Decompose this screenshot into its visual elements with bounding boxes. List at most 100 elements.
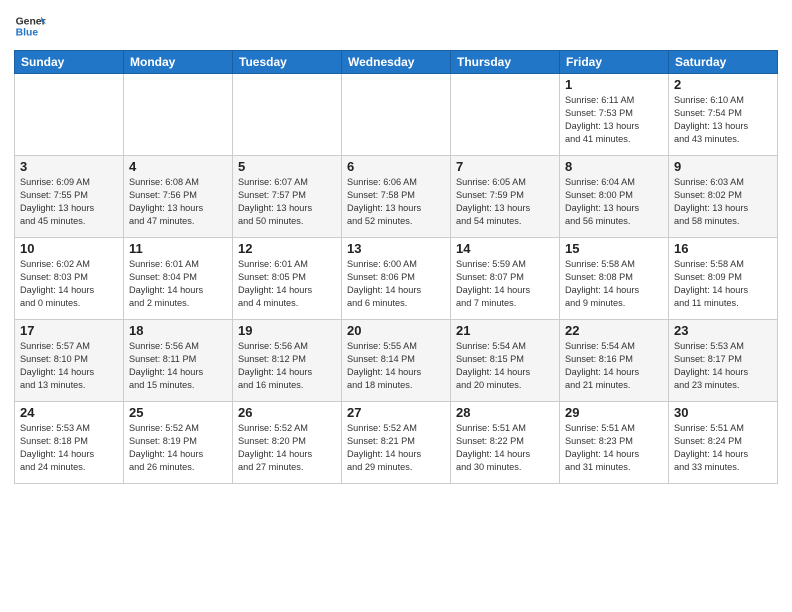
day-number: 17 [20,323,118,338]
day-info: Sunrise: 6:09 AM Sunset: 7:55 PM Dayligh… [20,176,118,228]
day-info: Sunrise: 6:11 AM Sunset: 7:53 PM Dayligh… [565,94,663,146]
weekday-header-friday: Friday [560,51,669,74]
day-cell [451,74,560,156]
header-row: SundayMondayTuesdayWednesdayThursdayFrid… [15,51,778,74]
day-number: 4 [129,159,227,174]
day-number: 2 [674,77,772,92]
day-info: Sunrise: 6:03 AM Sunset: 8:02 PM Dayligh… [674,176,772,228]
day-cell: 29 Sunrise: 5:51 AM Sunset: 8:23 PM Dayli… [560,402,669,484]
day-number: 14 [456,241,554,256]
day-number: 11 [129,241,227,256]
day-number: 24 [20,405,118,420]
day-cell: 21 Sunrise: 5:54 AM Sunset: 8:15 PM Dayli… [451,320,560,402]
day-info: Sunrise: 6:01 AM Sunset: 8:04 PM Dayligh… [129,258,227,310]
week-row-0: 1 Sunrise: 6:11 AM Sunset: 7:53 PM Daylig… [15,74,778,156]
day-cell: 27 Sunrise: 5:52 AM Sunset: 8:21 PM Dayli… [342,402,451,484]
day-info: Sunrise: 6:04 AM Sunset: 8:00 PM Dayligh… [565,176,663,228]
day-info: Sunrise: 6:00 AM Sunset: 8:06 PM Dayligh… [347,258,445,310]
day-info: Sunrise: 5:53 AM Sunset: 8:18 PM Dayligh… [20,422,118,474]
day-cell: 11 Sunrise: 6:01 AM Sunset: 8:04 PM Dayli… [124,238,233,320]
day-number: 28 [456,405,554,420]
day-info: Sunrise: 5:58 AM Sunset: 8:09 PM Dayligh… [674,258,772,310]
day-number: 3 [20,159,118,174]
day-cell [15,74,124,156]
day-cell: 10Sunrise: 6:02 AM Sunset: 8:03 PM Dayli… [15,238,124,320]
day-number: 20 [347,323,445,338]
day-info: Sunrise: 5:55 AM Sunset: 8:14 PM Dayligh… [347,340,445,392]
header: General Blue [14,10,778,42]
day-cell: 1 Sunrise: 6:11 AM Sunset: 7:53 PM Daylig… [560,74,669,156]
day-cell [233,74,342,156]
day-cell: 25Sunrise: 5:52 AM Sunset: 8:19 PM Dayli… [124,402,233,484]
day-number: 10 [20,241,118,256]
day-number: 12 [238,241,336,256]
day-info: Sunrise: 6:06 AM Sunset: 7:58 PM Dayligh… [347,176,445,228]
weekday-header-wednesday: Wednesday [342,51,451,74]
day-cell: 19 Sunrise: 5:56 AM Sunset: 8:12 PM Dayli… [233,320,342,402]
day-number: 23 [674,323,772,338]
day-info: Sunrise: 5:59 AM Sunset: 8:07 PM Dayligh… [456,258,554,310]
logo: General Blue [14,10,46,42]
day-number: 29 [565,405,663,420]
day-info: Sunrise: 6:05 AM Sunset: 7:59 PM Dayligh… [456,176,554,228]
day-info: Sunrise: 6:07 AM Sunset: 7:57 PM Dayligh… [238,176,336,228]
day-info: Sunrise: 5:54 AM Sunset: 8:16 PM Dayligh… [565,340,663,392]
day-number: 9 [674,159,772,174]
day-cell: 5 Sunrise: 6:07 AM Sunset: 7:57 PM Daylig… [233,156,342,238]
day-cell: 4 Sunrise: 6:08 AM Sunset: 7:56 PM Daylig… [124,156,233,238]
day-info: Sunrise: 5:51 AM Sunset: 8:24 PM Dayligh… [674,422,772,474]
day-cell: 8 Sunrise: 6:04 AM Sunset: 8:00 PM Daylig… [560,156,669,238]
day-number: 6 [347,159,445,174]
day-cell: 13 Sunrise: 6:00 AM Sunset: 8:06 PM Dayli… [342,238,451,320]
day-cell: 15Sunrise: 5:58 AM Sunset: 8:08 PM Dayli… [560,238,669,320]
day-number: 1 [565,77,663,92]
day-number: 22 [565,323,663,338]
day-cell: 22 Sunrise: 5:54 AM Sunset: 8:16 PM Dayli… [560,320,669,402]
calendar-table: SundayMondayTuesdayWednesdayThursdayFrid… [14,50,778,484]
day-cell: 20 Sunrise: 5:55 AM Sunset: 8:14 PM Dayli… [342,320,451,402]
day-number: 30 [674,405,772,420]
day-cell: 30 Sunrise: 5:51 AM Sunset: 8:24 PM Dayli… [669,402,778,484]
day-number: 8 [565,159,663,174]
day-cell: 12 Sunrise: 6:01 AM Sunset: 8:05 PM Dayli… [233,238,342,320]
day-number: 19 [238,323,336,338]
day-cell: 9 Sunrise: 6:03 AM Sunset: 8:02 PM Daylig… [669,156,778,238]
day-info: Sunrise: 5:52 AM Sunset: 8:21 PM Dayligh… [347,422,445,474]
weekday-header-thursday: Thursday [451,51,560,74]
day-cell: 28 Sunrise: 5:51 AM Sunset: 8:22 PM Dayli… [451,402,560,484]
day-cell: 6 Sunrise: 6:06 AM Sunset: 7:58 PM Daylig… [342,156,451,238]
logo-icon: General Blue [14,10,46,42]
weekday-header-tuesday: Tuesday [233,51,342,74]
day-number: 16 [674,241,772,256]
day-info: Sunrise: 5:51 AM Sunset: 8:23 PM Dayligh… [565,422,663,474]
day-number: 27 [347,405,445,420]
day-info: Sunrise: 5:56 AM Sunset: 8:11 PM Dayligh… [129,340,227,392]
day-info: Sunrise: 6:08 AM Sunset: 7:56 PM Dayligh… [129,176,227,228]
day-cell: 23 Sunrise: 5:53 AM Sunset: 8:17 PM Dayli… [669,320,778,402]
day-info: Sunrise: 6:10 AM Sunset: 7:54 PM Dayligh… [674,94,772,146]
svg-text:Blue: Blue [16,28,39,39]
day-number: 18 [129,323,227,338]
weekday-header-monday: Monday [124,51,233,74]
week-row-3: 17Sunrise: 5:57 AM Sunset: 8:10 PM Dayli… [15,320,778,402]
day-number: 13 [347,241,445,256]
day-cell [342,74,451,156]
day-cell: 3 Sunrise: 6:09 AM Sunset: 7:55 PM Daylig… [15,156,124,238]
day-number: 5 [238,159,336,174]
week-row-1: 3 Sunrise: 6:09 AM Sunset: 7:55 PM Daylig… [15,156,778,238]
day-info: Sunrise: 5:51 AM Sunset: 8:22 PM Dayligh… [456,422,554,474]
day-cell: 2 Sunrise: 6:10 AM Sunset: 7:54 PM Daylig… [669,74,778,156]
page: General Blue SundayMondayTuesdayWednesda… [0,0,792,612]
week-row-2: 10Sunrise: 6:02 AM Sunset: 8:03 PM Dayli… [15,238,778,320]
day-info: Sunrise: 6:01 AM Sunset: 8:05 PM Dayligh… [238,258,336,310]
day-cell: 18 Sunrise: 5:56 AM Sunset: 8:11 PM Dayli… [124,320,233,402]
day-number: 26 [238,405,336,420]
day-info: Sunrise: 5:58 AM Sunset: 8:08 PM Dayligh… [565,258,663,310]
day-number: 21 [456,323,554,338]
day-info: Sunrise: 5:53 AM Sunset: 8:17 PM Dayligh… [674,340,772,392]
week-row-4: 24 Sunrise: 5:53 AM Sunset: 8:18 PM Dayli… [15,402,778,484]
day-info: Sunrise: 5:56 AM Sunset: 8:12 PM Dayligh… [238,340,336,392]
day-info: Sunrise: 5:52 AM Sunset: 8:20 PM Dayligh… [238,422,336,474]
day-info: Sunrise: 5:54 AM Sunset: 8:15 PM Dayligh… [456,340,554,392]
day-number: 25 [129,405,227,420]
